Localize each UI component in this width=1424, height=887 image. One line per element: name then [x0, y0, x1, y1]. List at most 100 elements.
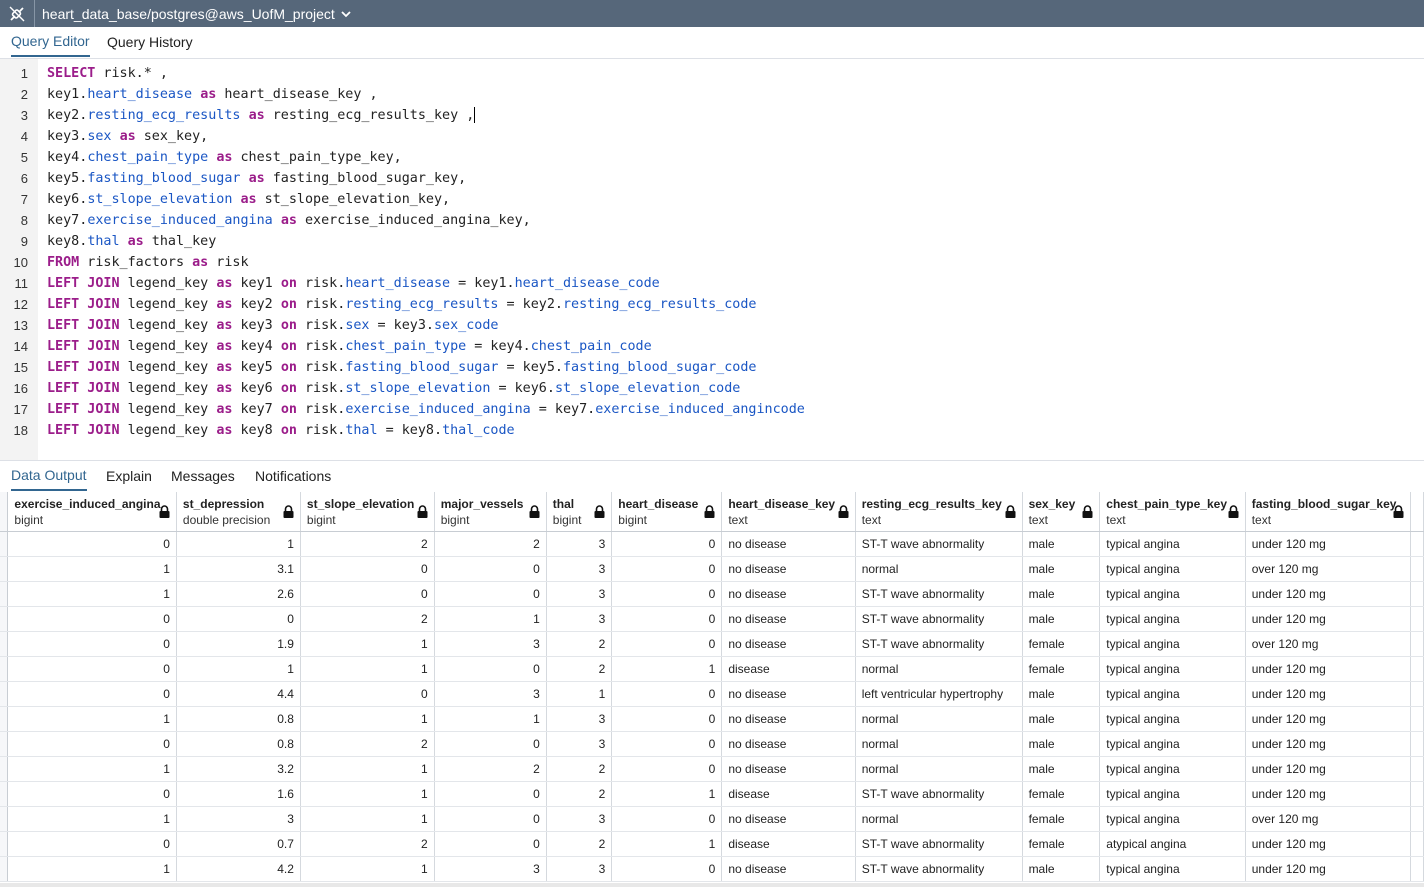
table-cell[interactable]: female: [1022, 831, 1101, 857]
tab-explain[interactable]: Explain: [106, 461, 152, 491]
column-header[interactable]: heart_disease_key text: [721, 492, 856, 532]
table-cell[interactable]: atypical angina: [1099, 831, 1246, 857]
code-line[interactable]: 15 LEFT JOIN legend_key as key5 on risk.f…: [0, 357, 1424, 378]
code-line[interactable]: 6 key5.fasting_blood_sugar as fasting_blo…: [0, 168, 1424, 189]
table-cell[interactable]: under 120 mg: [1245, 656, 1411, 682]
row-number-cell[interactable]: [0, 681, 9, 707]
table-cell[interactable]: male: [1022, 681, 1101, 707]
table-cell[interactable]: 1: [7, 706, 177, 732]
table-cell[interactable]: 0: [611, 706, 723, 732]
table-cell[interactable]: 2.6: [176, 581, 301, 607]
table-cell[interactable]: under 120 mg: [1245, 681, 1411, 707]
table-cell[interactable]: under 120 mg: [1245, 856, 1411, 882]
table-row[interactable]: 0 0.7 2 0 2 1 disease ST-T wave abnormality fema…: [0, 831, 1424, 857]
code-line[interactable]: 5 key4.chest_pain_type as chest_pain_type…: [0, 147, 1424, 168]
code-line[interactable]: 13 LEFT JOIN legend_key as key3 on risk.s…: [0, 315, 1424, 336]
table-cell[interactable]: 0.8: [176, 731, 301, 757]
table-cell[interactable]: 0: [7, 531, 177, 557]
table-cell[interactable]: 1: [611, 781, 723, 807]
code-line[interactable]: 7 key6.st_slope_elevation as st_slope_ele…: [0, 189, 1424, 210]
table-cell[interactable]: 4.2: [176, 856, 301, 882]
table-cell[interactable]: 2: [434, 756, 547, 782]
table-cell[interactable]: 2: [434, 531, 547, 557]
table-cell[interactable]: typical angina: [1099, 631, 1246, 657]
table-cell[interactable]: 0: [434, 731, 547, 757]
connection-status-icon[interactable]: [0, 0, 35, 27]
table-cell[interactable]: female: [1022, 656, 1101, 682]
code-line[interactable]: 1 SELECT risk.* ,: [0, 63, 1424, 84]
table-cell[interactable]: typical angina: [1099, 556, 1246, 582]
table-cell[interactable]: typical angina: [1099, 581, 1246, 607]
table-cell[interactable]: 2: [546, 756, 613, 782]
table-cell[interactable]: 1.9: [176, 631, 301, 657]
table-cell[interactable]: 3: [546, 581, 613, 607]
table-cell[interactable]: 1: [434, 606, 547, 632]
code-line[interactable]: 17 LEFT JOIN legend_key as key7 on risk.e…: [0, 399, 1424, 420]
column-header[interactable]: exercise_induced_angina bigint: [7, 492, 177, 532]
row-number-cell[interactable]: [0, 831, 9, 857]
table-cell[interactable]: 3: [546, 731, 613, 757]
table-cell[interactable]: over 120 mg: [1245, 556, 1411, 582]
table-cell[interactable]: ST-T wave abnormality: [855, 831, 1023, 857]
table-cell[interactable]: 1: [7, 556, 177, 582]
table-cell[interactable]: 0: [300, 556, 435, 582]
table-cell[interactable]: 3: [434, 856, 547, 882]
table-cell[interactable]: typical angina: [1099, 731, 1246, 757]
table-cell[interactable]: 1: [7, 581, 177, 607]
table-cell[interactable]: 1: [176, 531, 301, 557]
table-cell[interactable]: normal: [855, 806, 1023, 832]
tab-query-editor[interactable]: Query Editor: [11, 27, 90, 57]
column-header[interactable]: st_depression double precision: [176, 492, 301, 532]
table-cell[interactable]: 2: [546, 831, 613, 857]
table-cell[interactable]: 1: [611, 831, 723, 857]
table-cell[interactable]: typical angina: [1099, 706, 1246, 732]
table-cell[interactable]: typical angina: [1099, 531, 1246, 557]
row-number-cell[interactable]: [0, 731, 9, 757]
column-header[interactable]: resting_ecg_results_key text: [855, 492, 1023, 532]
table-row[interactable]: 1 2.6 0 0 3 0 no disease ST-T wave abnormality m…: [0, 581, 1424, 607]
table-cell[interactable]: under 120 mg: [1245, 731, 1411, 757]
table-cell[interactable]: 0: [7, 831, 177, 857]
table-cell[interactable]: 0: [611, 681, 723, 707]
column-header[interactable]: major_vessels bigint: [434, 492, 547, 532]
column-header[interactable]: st_slope_elevation bigint: [300, 492, 435, 532]
code-line[interactable]: 14 LEFT JOIN legend_key as key4 on risk.c…: [0, 336, 1424, 357]
table-cell[interactable]: 0: [7, 681, 177, 707]
table-cell[interactable]: typical angina: [1099, 806, 1246, 832]
table-cell[interactable]: 0: [7, 781, 177, 807]
table-row[interactable]: 0 0 2 1 3 0 no disease ST-T wave abnormality mal…: [0, 606, 1424, 632]
table-row[interactable]: 0 0.8 2 0 3 0 no disease normal male typical angi…: [0, 731, 1424, 757]
tab-data-output[interactable]: Data Output: [11, 461, 87, 491]
table-cell[interactable]: ST-T wave abnormality: [855, 606, 1023, 632]
table-cell[interactable]: disease: [721, 781, 856, 807]
table-cell[interactable]: under 120 mg: [1245, 606, 1411, 632]
table-cell[interactable]: female: [1022, 781, 1101, 807]
table-cell[interactable]: normal: [855, 731, 1023, 757]
row-number-cell[interactable]: [0, 781, 9, 807]
table-cell[interactable]: under 120 mg: [1245, 581, 1411, 607]
table-cell[interactable]: 2: [546, 656, 613, 682]
table-row[interactable]: 1 4.2 1 3 3 0 no disease ST-T wave abnormality m…: [0, 856, 1424, 882]
table-cell[interactable]: 0: [7, 656, 177, 682]
table-row[interactable]: 0 1.9 1 3 2 0 no disease ST-T wave abnormality f…: [0, 631, 1424, 657]
tab-query-history[interactable]: Query History: [107, 27, 193, 57]
row-number-cell[interactable]: [0, 756, 9, 782]
table-cell[interactable]: 0: [300, 681, 435, 707]
table-cell[interactable]: 2: [300, 606, 435, 632]
table-cell[interactable]: 1: [7, 756, 177, 782]
column-header[interactable]: fasting_blood_sugar_key text: [1245, 492, 1411, 532]
table-row[interactable]: 0 1 1 0 2 1 disease normal female typical angina u…: [0, 656, 1424, 682]
table-cell[interactable]: under 120 mg: [1245, 781, 1411, 807]
code-line[interactable]: 3 key2.resting_ecg_results as resting_ecg…: [0, 105, 1424, 126]
code-line[interactable]: 16 LEFT JOIN legend_key as key6 on risk.s…: [0, 378, 1424, 399]
code-line[interactable]: 10 FROM risk_factors as risk: [0, 252, 1424, 273]
code-line[interactable]: 4 key3.sex as sex_key,: [0, 126, 1424, 147]
table-cell[interactable]: 3.2: [176, 756, 301, 782]
table-cell[interactable]: 0: [176, 606, 301, 632]
table-cell[interactable]: typical angina: [1099, 781, 1246, 807]
row-number-cell[interactable]: [0, 856, 9, 882]
table-cell[interactable]: no disease: [721, 606, 856, 632]
horizontal-scrollbar[interactable]: [0, 883, 1424, 887]
table-cell[interactable]: 1: [546, 681, 613, 707]
table-cell[interactable]: 3: [546, 706, 613, 732]
